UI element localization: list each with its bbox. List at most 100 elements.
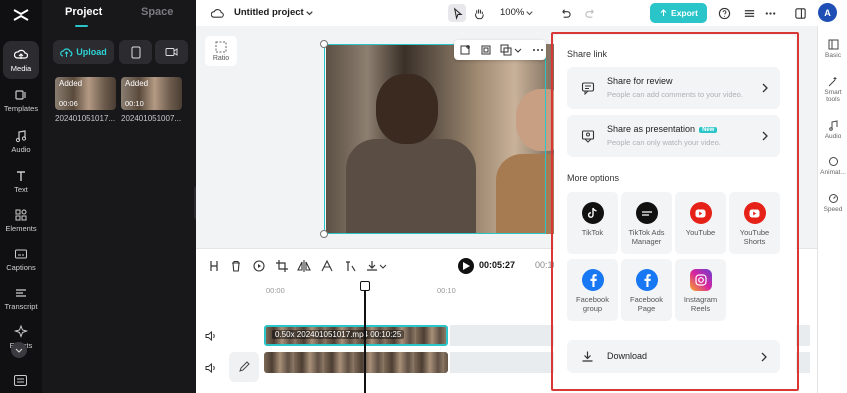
mask-icon[interactable]	[500, 44, 512, 56]
avatar[interactable]: A	[818, 3, 837, 22]
tab-space[interactable]: Space	[141, 6, 173, 18]
left-rail: Media Templates Audio Text Elements Capt…	[0, 0, 42, 393]
help-icon[interactable]	[715, 4, 733, 22]
music-icon	[15, 129, 27, 142]
ratio-button[interactable]: Ratio	[205, 36, 237, 66]
hand-icon	[474, 8, 484, 19]
rail-label: Media	[10, 63, 32, 73]
added-badge: Added	[59, 79, 83, 88]
clip-name: 202401051007...	[121, 114, 182, 123]
main-video-clip[interactable]: 0.50x 202401051017.mp4 00:10:25	[264, 325, 448, 346]
clip-duration: 00:10	[125, 99, 144, 108]
redo-icon[interactable]	[581, 4, 599, 22]
highlight-frame	[551, 32, 799, 391]
volume-icon[interactable]	[205, 330, 217, 342]
media-clip-thumbnail[interactable]: Added 00:06	[55, 77, 116, 110]
selection-frame[interactable]	[324, 44, 546, 234]
volume-icon[interactable]	[205, 362, 217, 374]
right-rail-basic[interactable]: Basic	[818, 39, 847, 59]
right-rail: Basic Smart tools Audio Animat... Speed	[817, 26, 847, 393]
text-icon	[17, 170, 25, 181]
rail-label: Audio	[11, 144, 31, 154]
upload-label: Upload	[76, 47, 107, 57]
video-camera-icon	[165, 48, 178, 56]
speed-icon[interactable]	[320, 259, 334, 273]
rail-scroll-down-button[interactable]	[11, 342, 27, 358]
templates-icon	[15, 89, 26, 100]
resize-handle[interactable]	[320, 40, 328, 48]
more-options-icon[interactable]	[761, 4, 779, 22]
more-options-icon[interactable]	[532, 44, 544, 56]
playhead[interactable]	[364, 282, 366, 393]
basic-icon	[828, 39, 838, 50]
right-rail-audio[interactable]: Audio	[818, 120, 847, 140]
hand-tool-button[interactable]	[470, 4, 488, 22]
cloud-sync-icon[interactable]	[208, 4, 226, 22]
ratio-label: Ratio	[212, 54, 230, 62]
rail-item-text[interactable]: Text	[0, 162, 42, 200]
rail-item-captions[interactable]: Captions	[0, 240, 42, 278]
export-icon	[660, 8, 667, 16]
playhead-handle[interactable]	[360, 281, 370, 291]
right-rail-speed[interactable]: Speed	[818, 193, 847, 213]
media-clip-thumbnail[interactable]: Added 00:10	[121, 77, 182, 110]
project-title[interactable]: Untitled project	[234, 7, 304, 18]
rail-item-transcript[interactable]: Transcript	[0, 279, 42, 317]
right-rail-label: Audio	[824, 133, 842, 140]
rail-item-elements[interactable]: Elements	[0, 201, 42, 239]
keyboard-icon[interactable]	[14, 375, 27, 386]
zoom-chevron-icon[interactable]	[520, 4, 538, 22]
export-button[interactable]: Export	[650, 3, 707, 23]
ratio-icon	[215, 41, 227, 52]
flip-icon[interactable]	[297, 259, 311, 273]
edit-cover-button[interactable]	[229, 352, 259, 382]
split-icon[interactable]	[207, 259, 221, 273]
rail-item-media[interactable]: Media	[3, 41, 39, 79]
captions-icon	[15, 249, 27, 258]
right-rail-label: Smart tools	[824, 89, 842, 104]
tab-project[interactable]: Project	[65, 6, 102, 18]
clip-label: 0.50x 202401051017.mp4 00:10:25	[272, 330, 405, 339]
crop-icon[interactable]	[275, 259, 289, 273]
record-button[interactable]	[155, 40, 188, 64]
chevron-down-icon[interactable]	[300, 4, 318, 22]
panel-layout-icon[interactable]	[791, 4, 809, 22]
smart-tools-icon	[828, 77, 836, 87]
capcut-logo-icon	[13, 9, 29, 21]
play-button[interactable]	[458, 258, 474, 274]
phone-icon	[131, 46, 140, 58]
resize-handle[interactable]	[320, 230, 328, 238]
right-rail-label: Basic	[825, 52, 841, 59]
select-tool-button[interactable]	[448, 4, 466, 22]
chevron-down-icon[interactable]	[514, 46, 522, 54]
rail-label: Elements	[5, 223, 37, 233]
panel-tabs: Project Space	[42, 0, 196, 28]
current-time: 00:05:27	[479, 260, 516, 270]
rail-label: Text	[14, 184, 28, 194]
delete-icon[interactable]	[229, 259, 243, 273]
video-clip[interactable]	[264, 352, 448, 373]
undo-icon[interactable]	[556, 4, 574, 22]
clip-duration: 00:06	[59, 99, 78, 108]
crop-icon[interactable]	[480, 44, 492, 56]
right-rail-animation[interactable]: Animat...	[818, 156, 847, 176]
download-icon[interactable]	[365, 259, 379, 273]
speed-icon	[828, 194, 838, 203]
clip-name: 202401051017...	[55, 114, 116, 123]
transcript-icon	[16, 288, 26, 297]
rail-item-templates[interactable]: Templates	[0, 81, 42, 119]
layers-icon[interactable]	[740, 4, 758, 22]
upload-button[interactable]: Upload	[53, 40, 114, 64]
floating-toolbar	[454, 40, 546, 60]
ruler-label: 00:00	[266, 286, 285, 295]
rail-item-audio[interactable]: Audio	[0, 122, 42, 160]
top-bar: Untitled project 100% Export A	[196, 0, 847, 26]
magic-icon[interactable]	[343, 259, 357, 273]
effects-icon	[14, 324, 28, 338]
replace-icon[interactable]	[460, 44, 472, 56]
rail-label: Transcript	[4, 301, 38, 311]
reverse-icon[interactable]	[252, 259, 266, 273]
right-rail-smart-tools[interactable]: Smart tools	[818, 76, 847, 103]
chevron-down-icon[interactable]	[379, 259, 387, 273]
phone-import-button[interactable]	[119, 40, 152, 64]
